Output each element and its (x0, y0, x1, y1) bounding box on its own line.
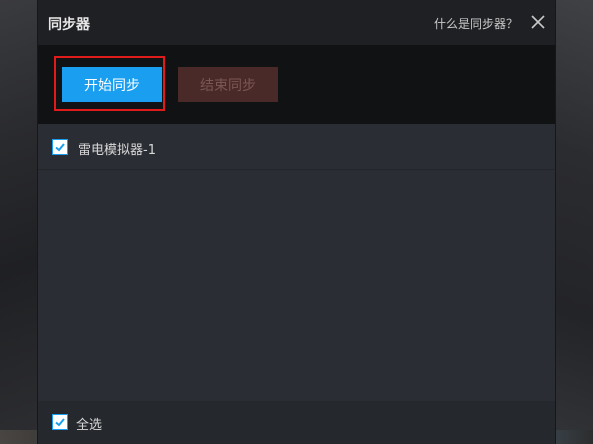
background-right (555, 0, 593, 444)
dialog-footer: 全选 (38, 401, 555, 444)
dialog-titlebar: 同步器 什么是同步器？ (38, 0, 555, 45)
help-link[interactable]: 什么是同步器？ (434, 15, 518, 32)
close-icon[interactable] (530, 14, 546, 30)
select-all-checkbox-icon[interactable] (52, 414, 68, 430)
synchronizer-dialog: 同步器 什么是同步器？ 开始同步 结束同步 雷电模拟器-1 全选 (38, 0, 555, 444)
dialog-title: 同步器 (48, 17, 90, 33)
list-item[interactable]: 雷电模拟器-1 (38, 124, 555, 170)
checkbox-icon[interactable] (52, 139, 68, 155)
sync-toolbar: 开始同步 结束同步 (38, 45, 555, 124)
start-sync-button[interactable]: 开始同步 (62, 67, 162, 102)
select-all-label: 全选 (76, 418, 103, 433)
emulator-list: 雷电模拟器-1 (38, 124, 555, 401)
background-left (0, 0, 38, 444)
stop-sync-button: 结束同步 (178, 67, 278, 102)
list-item-label: 雷电模拟器-1 (78, 143, 156, 158)
